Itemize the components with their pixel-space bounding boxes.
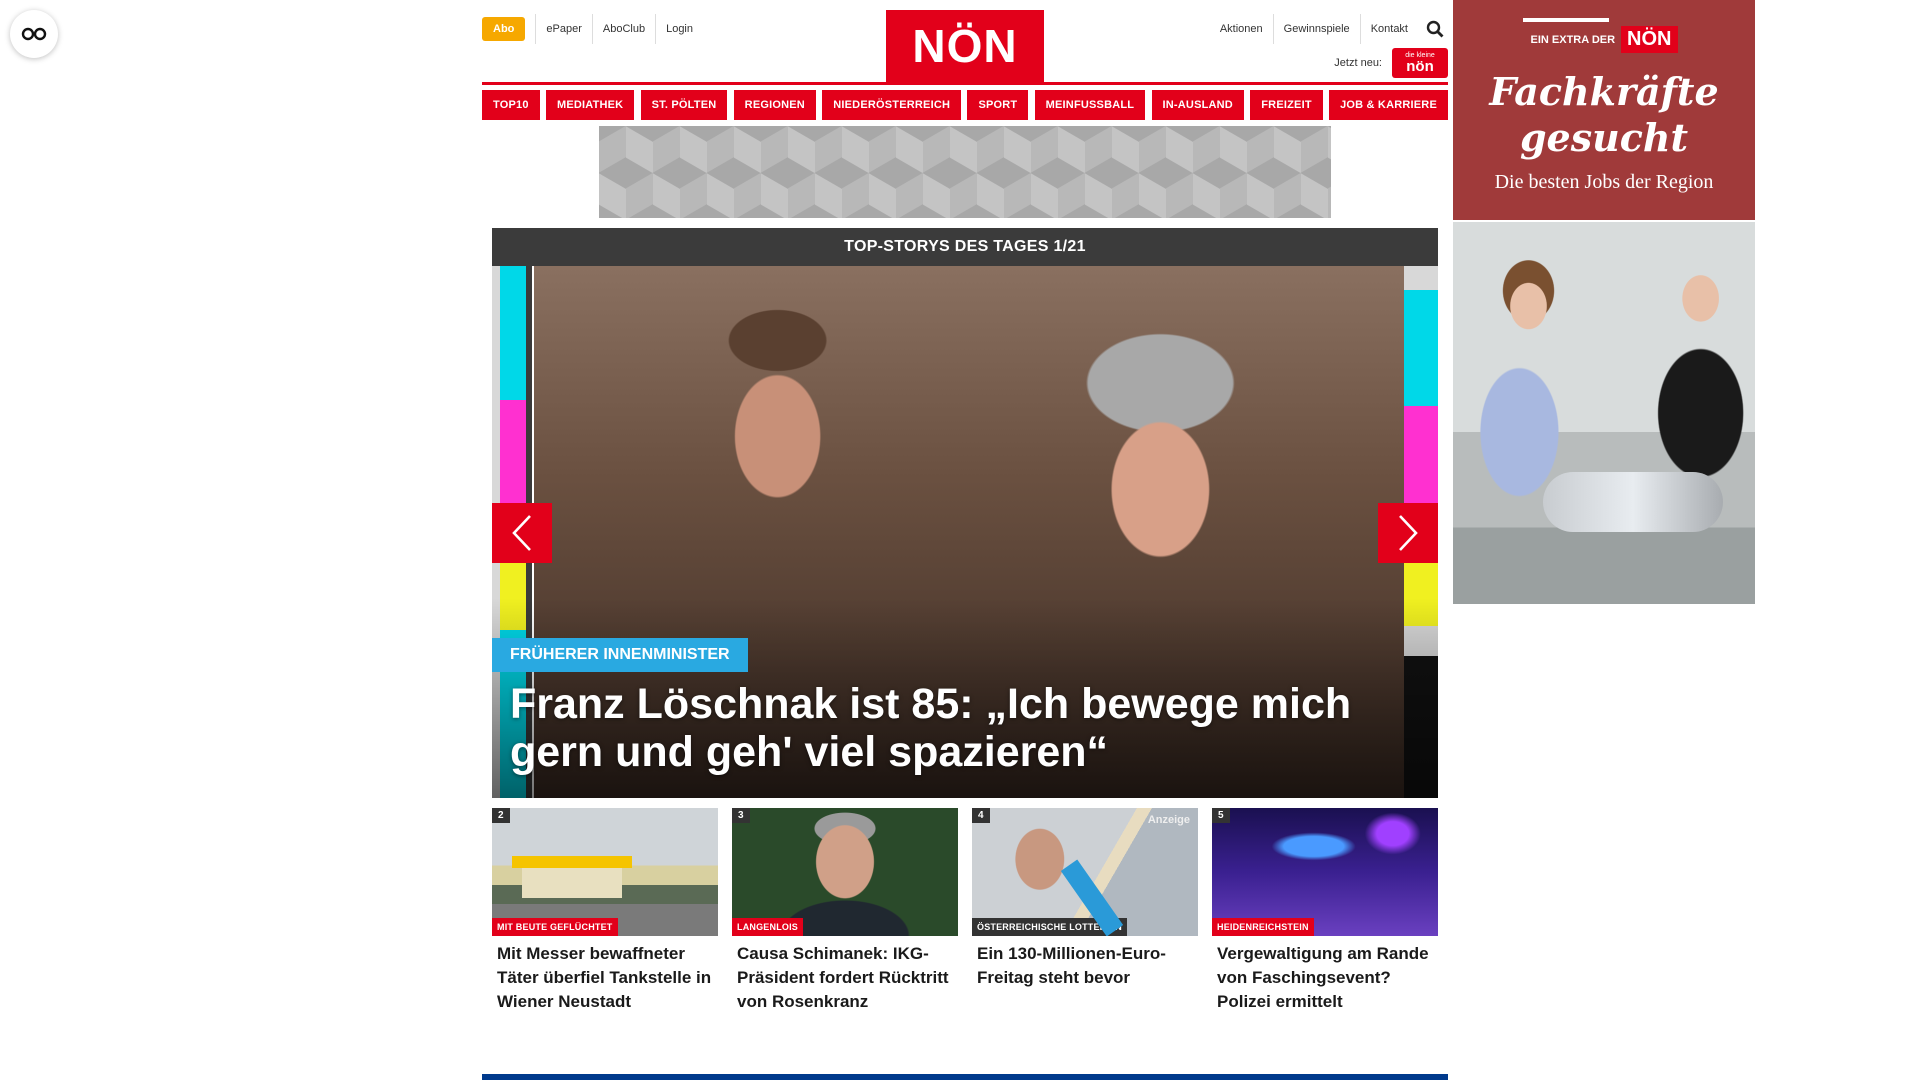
nav-st-poelten[interactable]: ST. PÖLTEN [640,90,728,120]
story-card-title[interactable]: Causa Schimanek: IKG-Präsident fordert R… [732,936,958,1014]
site-logo[interactable]: NÖN [886,10,1044,82]
story-card-image[interactable]: 4 Anzeige ÖSTERREICHISCHE LOTTERIEN [972,808,1198,936]
ad-accent-line [1523,18,1609,22]
bottom-bar [482,1074,1448,1080]
story-card[interactable]: 4 Anzeige ÖSTERREICHISCHE LOTTERIEN Ein … [972,808,1198,1014]
story-card-title[interactable]: Ein 130-Millionen-Euro-Freitag steht bev… [972,936,1198,990]
reader-mode-button[interactable] [10,10,58,58]
ad-header: EIN EXTRA DER NÖN Fachkräfte gesucht Die… [1453,0,1755,220]
main-navigation: TOP10 MEDIATHEK ST. PÖLTEN REGIONEN NIED… [482,90,1448,120]
story-card-number: 2 [492,808,510,823]
search-button[interactable] [1422,14,1448,44]
chevron-left-icon [512,515,531,551]
story-card-number: 5 [1212,808,1230,823]
test-pattern-left [500,290,526,630]
jetzt-neu-label: Jetzt neu: [1334,57,1382,69]
top-story-kicker[interactable]: FRÜHERER INNENMINISTER [492,638,748,672]
top-story-title[interactable]: Franz Löschnak ist 85: „Ich bewege mich … [510,680,1378,776]
ad-headline: Fachkräfte gesucht [1453,69,1755,161]
main-column: Abo ePaper AboClub Login NÖN Aktionen Ge… [482,0,1448,1014]
header-left-links: Abo ePaper AboClub Login [482,14,703,44]
top-story-header: TOP-STORYS DES TAGES 1/21 [492,228,1438,266]
sponsored-label: Anzeige [1147,814,1190,826]
slider-prev-button[interactable] [492,503,552,563]
story-card-title[interactable]: Mit Messer bewaffneter Täter überfiel Ta… [492,936,718,1014]
ad-extra-label: EIN EXTRA DER [1530,33,1616,46]
nav-in-ausland[interactable]: IN-AUSLAND [1151,90,1244,120]
nav-sport[interactable]: SPORT [967,90,1029,120]
nav-mediathek[interactable]: MEDIATHEK [545,90,635,120]
glasses-icon [21,27,47,41]
story-cards: 2 MIT BEUTE GEFLÜCHTET Mit Messer bewaff… [492,808,1438,1014]
ad-noen-logo: NÖN [1621,26,1678,53]
nav-regionen[interactable]: REGIONEN [733,90,816,120]
story-card-kicker: HEIDENREICHSTEIN [1212,918,1314,936]
nav-top10[interactable]: TOP10 [482,90,540,120]
header-divider [482,82,1448,85]
aktionen-link[interactable]: Aktionen [1210,14,1273,44]
story-card[interactable]: 3 LANGENLOIS Causa Schimanek: IKG-Präsid… [732,808,958,1014]
ad-photo [1453,222,1755,604]
story-card-kicker: LANGENLOIS [732,918,804,936]
nav-job-karriere[interactable]: JOB & KARRIERE [1329,90,1448,120]
story-card-image[interactable]: 3 LANGENLOIS [732,808,958,936]
top-story-image[interactable]: FRÜHERER INNENMINISTER Franz Löschnak is… [492,266,1438,798]
kleine-noen-text: nön [1406,58,1434,75]
search-icon [1426,20,1444,38]
top-story-slider: TOP-STORYS DES TAGES 1/21 FRÜHERER INNEN… [492,228,1438,798]
ad-headline-line-1: Fachkräfte [1489,69,1719,114]
story-card-number: 4 [972,808,990,823]
nav-freizeit[interactable]: FREIZEIT [1250,90,1323,120]
kontakt-link[interactable]: Kontakt [1359,14,1418,44]
nav-meinfussball[interactable]: MEINFUSSBALL [1034,90,1146,120]
slider-next-button[interactable] [1378,503,1438,563]
ad-banner-placeholder[interactable] [599,126,1331,218]
story-card-title[interactable]: Vergewaltigung am Rande von Faschingseve… [1212,936,1438,1014]
story-card[interactable]: 2 MIT BEUTE GEFLÜCHTET Mit Messer bewaff… [492,808,718,1014]
chevron-right-icon [1399,515,1418,551]
nav-niederoesterreich[interactable]: NIEDERÖSTERREICH [822,90,962,120]
epaper-link[interactable]: ePaper [535,14,591,44]
gewinnspiele-link[interactable]: Gewinnspiele [1272,14,1360,44]
story-card[interactable]: 5 HEIDENREICHSTEIN Vergewaltigung am Ran… [1212,808,1438,1014]
story-card-kicker: ÖSTERREICHISCHE LOTTERIEN [972,918,1128,936]
aboclub-link[interactable]: AboClub [591,14,655,44]
ad-subline: Die besten Jobs der Region [1494,171,1714,193]
story-card-kicker: MIT BEUTE GEFLÜCHTET [492,918,618,936]
jetzt-neu: Jetzt neu: die kleine nön [1334,48,1448,78]
ad-extra-row: EIN EXTRA DER NÖN [1453,26,1755,53]
story-card-number: 3 [732,808,750,823]
story-card-image[interactable]: 5 HEIDENREICHSTEIN [1212,808,1438,936]
kleine-noen-logo[interactable]: die kleine nön [1392,48,1448,78]
ad-headline-line-2: gesucht [1519,115,1689,160]
login-link[interactable]: Login [655,14,703,44]
site-header: Abo ePaper AboClub Login NÖN Aktionen Ge… [482,0,1448,82]
story-card-image[interactable]: 2 MIT BEUTE GEFLÜCHTET [492,808,718,936]
abo-button[interactable]: Abo [482,17,526,41]
jobs-advertisement[interactable]: EIN EXTRA DER NÖN Fachkräfte gesucht Die… [1453,0,1755,604]
header-right-links: Aktionen Gewinnspiele Kontakt [1210,14,1448,44]
